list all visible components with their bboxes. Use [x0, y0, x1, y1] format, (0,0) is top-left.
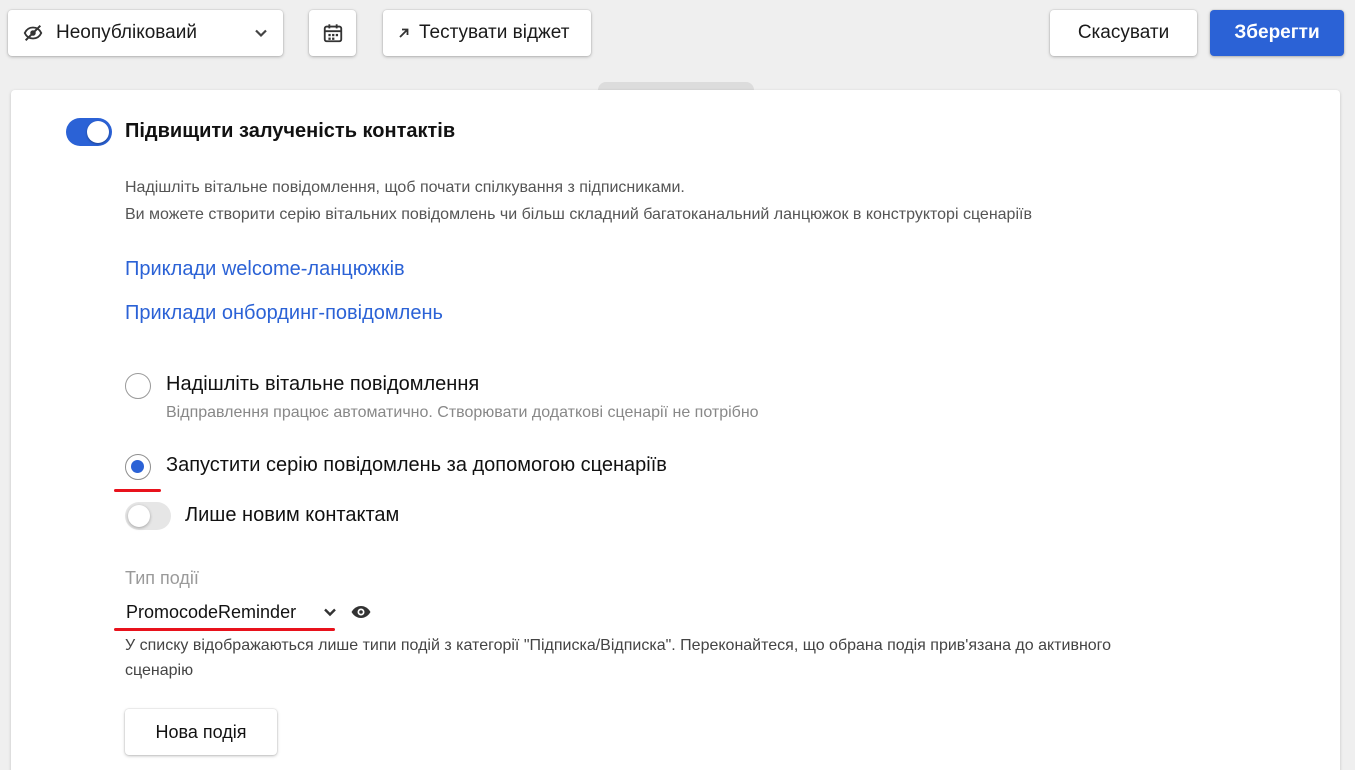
radio-run-scenario-series[interactable] [125, 454, 151, 480]
toolbar: Неопубліковаий Тестувати віджет Скасуват… [0, 0, 1355, 85]
description-line-1: Надішліть вітальне повідомлення, щоб поч… [125, 179, 685, 196]
arrow-up-right-icon [397, 26, 411, 40]
welcome-chains-examples-link[interactable]: Приклади welcome-ланцюжків [125, 258, 405, 281]
annotation-underline-radio [114, 489, 161, 492]
chevron-down-icon [322, 604, 338, 620]
new-event-button[interactable]: Нова подія [125, 709, 277, 755]
calendar-icon [322, 22, 344, 44]
card-tab-indicator [598, 82, 754, 90]
event-type-label: Тип події [125, 568, 199, 588]
toggle-knob [128, 505, 150, 527]
event-type-value: PromocodeReminder [126, 601, 297, 622]
event-type-note-line-2: сценарію [125, 662, 194, 679]
description-line-2: Ви можете створити серію вітальних повід… [125, 206, 1032, 223]
radio-send-welcome-hint: Відправлення працює автоматично. Створюв… [166, 404, 759, 421]
radio-send-welcome-label: Надішліть вітальне повідомлення [166, 373, 480, 395]
save-button[interactable]: Зберегти [1210, 10, 1344, 56]
annotation-underline-event-type [114, 628, 335, 631]
section-title: Підвищити залученість контактів [125, 120, 456, 142]
engagement-toggle[interactable] [66, 118, 112, 146]
test-widget-label: Тестувати віджет [419, 22, 570, 43]
onboarding-messages-examples-link[interactable]: Приклади онбординг-повідомлень [125, 302, 443, 325]
radio-send-welcome-message[interactable] [125, 373, 151, 399]
radio-run-scenario-label: Запустити серію повідомлень за допомогою… [166, 454, 667, 476]
new-contacts-only-toggle[interactable] [125, 502, 171, 530]
publish-status-select[interactable]: Неопубліковаий [8, 10, 283, 56]
publish-status-label: Неопубліковаий [56, 22, 197, 43]
eye-off-icon [22, 22, 44, 44]
toggle-knob [87, 121, 109, 143]
test-widget-button[interactable]: Тестувати віджет [383, 10, 591, 56]
event-type-select[interactable]: PromocodeReminder [126, 600, 338, 624]
chevron-down-icon [253, 25, 269, 41]
new-contacts-only-label: Лише новим контактам [185, 504, 400, 526]
event-type-note-line-1: У списку відображаються лише типи подій … [125, 637, 1112, 654]
cancel-button[interactable]: Скасувати [1050, 10, 1197, 56]
preview-eye-icon[interactable] [349, 602, 373, 622]
schedule-button[interactable] [309, 10, 356, 56]
